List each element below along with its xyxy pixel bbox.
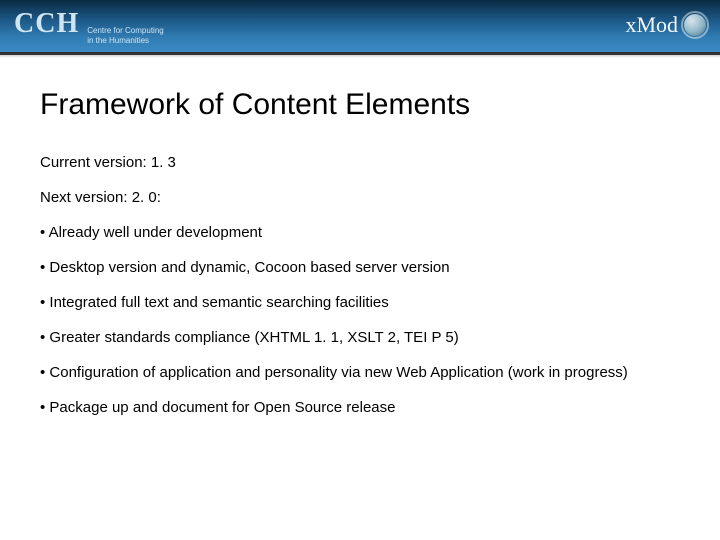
list-item: • Already well under development bbox=[40, 224, 680, 241]
slide-header: CCH Centre for Computing in the Humaniti… bbox=[0, 0, 720, 52]
slide-title: Framework of Content Elements bbox=[40, 88, 680, 122]
list-item: • Desktop version and dynamic, Cocoon ba… bbox=[40, 259, 680, 276]
current-version-line: Current version: 1. 3 bbox=[40, 154, 680, 171]
cch-logo: CCH Centre for Computing in the Humaniti… bbox=[14, 10, 164, 45]
header-shadow bbox=[0, 52, 720, 58]
next-version-line: Next version: 2. 0: bbox=[40, 189, 680, 206]
list-item: • Integrated full text and semantic sear… bbox=[40, 294, 680, 311]
list-item: • Package up and document for Open Sourc… bbox=[40, 399, 680, 416]
list-item: • Greater standards compliance (XHTML 1.… bbox=[40, 329, 680, 346]
slide-body: Framework of Content Elements Current ve… bbox=[0, 52, 720, 416]
cch-logo-mark: CCH bbox=[14, 10, 79, 38]
globe-icon bbox=[684, 14, 706, 36]
xmod-logo-text: xMod bbox=[625, 12, 678, 38]
xmod-logo: xMod bbox=[625, 12, 706, 38]
list-item: • Configuration of application and perso… bbox=[40, 364, 680, 381]
cch-logo-subtitle: Centre for Computing in the Humanities bbox=[87, 26, 163, 45]
